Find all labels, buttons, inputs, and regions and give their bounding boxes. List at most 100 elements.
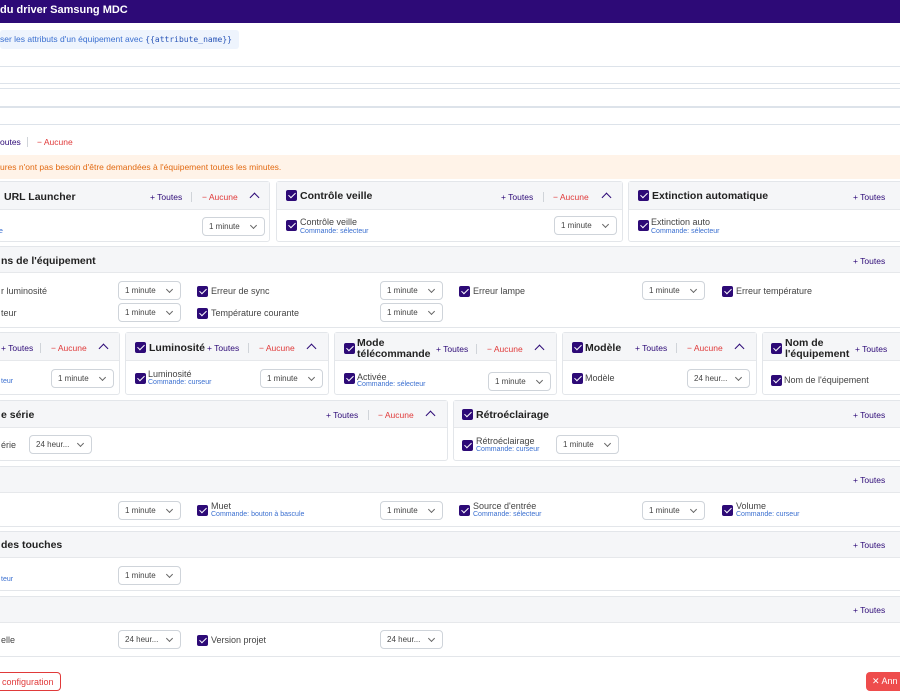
select-none-button[interactable]: − Aucune [553, 192, 589, 202]
attribute-checkbox[interactable] [462, 440, 473, 451]
interval-select[interactable]: 1 minute [118, 501, 181, 520]
select-all-button[interactable]: + Toutes [326, 410, 358, 420]
attribute-checkbox[interactable] [638, 220, 649, 231]
card-title: e série [1, 409, 35, 421]
select-all-button[interactable]: + Toutes [1, 343, 33, 353]
card-touches: des touches + Toutes teur 1 minute [0, 531, 900, 591]
select-none-button[interactable]: − Aucune [687, 343, 723, 353]
select-all-button[interactable]: + Toutes [207, 343, 239, 353]
attribute-code: {{attribute_name}} [145, 35, 232, 44]
group-checkbox[interactable] [135, 342, 146, 353]
command-type: Commande: sélecteur [473, 511, 542, 518]
select-all-button[interactable]: + Toutes [853, 192, 885, 202]
interval-select[interactable]: 1 minute [380, 303, 443, 322]
select-none-button[interactable]: − Aucune [202, 192, 238, 202]
select-none-button[interactable]: − Aucune [51, 343, 87, 353]
attribute-checkbox[interactable] [197, 505, 208, 516]
select-all-button[interactable]: outes [0, 137, 21, 147]
group-checkbox[interactable] [462, 409, 473, 420]
attribute-checkbox[interactable] [286, 220, 297, 231]
command-type: Commande: curseur [148, 379, 212, 386]
select-all-button[interactable]: + Toutes [853, 605, 885, 615]
interval-select[interactable]: 1 minute [380, 281, 443, 300]
attribute-checkbox[interactable] [722, 286, 733, 297]
attribute-checkbox[interactable] [722, 505, 733, 516]
attribute-checkbox[interactable] [197, 286, 208, 297]
attribute-checkbox[interactable] [344, 373, 355, 384]
select-all-button[interactable]: + Toutes [436, 344, 468, 354]
interval-select[interactable]: 24 heur... [380, 630, 443, 649]
command-type: teur [1, 576, 14, 583]
interval-select[interactable]: 1 minute [51, 369, 114, 388]
attribute-checkbox[interactable] [197, 635, 208, 646]
select-all-button[interactable]: + Toutes [853, 475, 885, 485]
interval-select[interactable]: 1 minute [202, 217, 265, 236]
interval-select[interactable]: 1 minute [556, 435, 619, 454]
command-type: Commande: bouton à bascule [211, 511, 305, 518]
card-extinction-automatique: Extinction automatique + Toutes Extincti… [628, 181, 900, 242]
group-checkbox[interactable] [771, 343, 782, 354]
group-checkbox[interactable] [344, 343, 355, 354]
card-title: Mode télécommande [357, 337, 431, 360]
interval-select[interactable]: 1 minute [488, 372, 551, 391]
card-title: Rétroéclairage [476, 409, 549, 421]
attribute-label: Erreur température [736, 286, 813, 296]
attribute-label: érie [1, 440, 17, 450]
select-none-button[interactable]: − Aucune [259, 343, 295, 353]
attribute-checkbox[interactable] [459, 286, 470, 297]
attribute-label: Volume [736, 501, 767, 511]
select-none-button[interactable]: − Aucune [378, 410, 414, 420]
command-type: Commande: sélecteur [300, 228, 369, 235]
group-checkbox[interactable] [572, 342, 583, 353]
attribute-label: Modèle [585, 373, 615, 383]
attribute-label: Erreur de sync [211, 286, 270, 296]
select-none-button[interactable]: − Aucune [37, 137, 73, 147]
interval-select[interactable]: 1 minute [118, 303, 181, 322]
attribute-label: Erreur lampe [473, 286, 526, 296]
select-all-button[interactable]: + Toutes [150, 192, 182, 202]
select-all-button[interactable]: + Toutes [853, 410, 885, 420]
attribute-label: Extinction auto [651, 217, 711, 227]
select-all-button[interactable]: + Toutes [855, 344, 887, 354]
attribute-label: teur [1, 308, 17, 318]
text-field[interactable] [0, 88, 900, 107]
group-checkbox[interactable] [638, 190, 649, 201]
card-controle-veille: Contrôle veille + Toutes − Aucune Contrô… [276, 181, 623, 242]
attribute-checkbox[interactable] [459, 505, 470, 516]
interval-select[interactable]: 1 minute [118, 566, 181, 585]
interval-select[interactable]: 1 minute [642, 281, 705, 300]
interval-select[interactable]: 1 minute [380, 501, 443, 520]
attribute-hint: ser les attributs d'un équipement avec {… [0, 30, 239, 49]
attribute-label: elle [1, 635, 16, 645]
attribute-checkbox[interactable] [135, 373, 146, 384]
select-all-button[interactable]: + Toutes [853, 256, 885, 266]
interval-select[interactable]: 1 minute [642, 501, 705, 520]
attribute-checkbox[interactable] [771, 375, 782, 386]
cancel-button[interactable]: ✕ Ann [866, 672, 900, 691]
attribute-label: Température courante [211, 308, 300, 318]
interval-select[interactable]: 24 heur... [687, 369, 750, 388]
attribute-checkbox[interactable] [197, 308, 208, 319]
interval-select[interactable]: 1 minute [260, 369, 323, 388]
text-field[interactable] [0, 66, 900, 84]
card-title: Contrôle veille [300, 190, 373, 202]
attribute-checkbox[interactable] [572, 373, 583, 384]
select-all-button[interactable]: + Toutes [635, 343, 667, 353]
group-checkbox[interactable] [286, 190, 297, 201]
reset-configuration-button[interactable]: configuration [0, 672, 61, 691]
interval-select[interactable]: 1 minute [118, 281, 181, 300]
interval-select[interactable]: 24 heur... [118, 630, 181, 649]
select-all-button[interactable]: + Toutes [853, 540, 885, 550]
card-numero-serie: e série + Toutes − Aucune érie 24 heur..… [0, 400, 448, 461]
select-none-button[interactable]: − Aucune [487, 344, 523, 354]
text-field[interactable] [0, 107, 900, 125]
command-type: Commande: sélecteur [357, 381, 426, 388]
interval-select[interactable]: 24 heur... [29, 435, 92, 454]
attribute-label: Contrôle veille [300, 217, 358, 227]
interval-select[interactable]: 1 minute [554, 216, 617, 235]
command-type: Commande: curseur [476, 446, 540, 453]
attribute-label: Muet [211, 501, 232, 511]
select-all-button[interactable]: + Toutes [501, 192, 533, 202]
command-type: e [0, 228, 3, 235]
card-notifications: ns de l'équipement + Toutes r luminosité… [0, 246, 900, 328]
